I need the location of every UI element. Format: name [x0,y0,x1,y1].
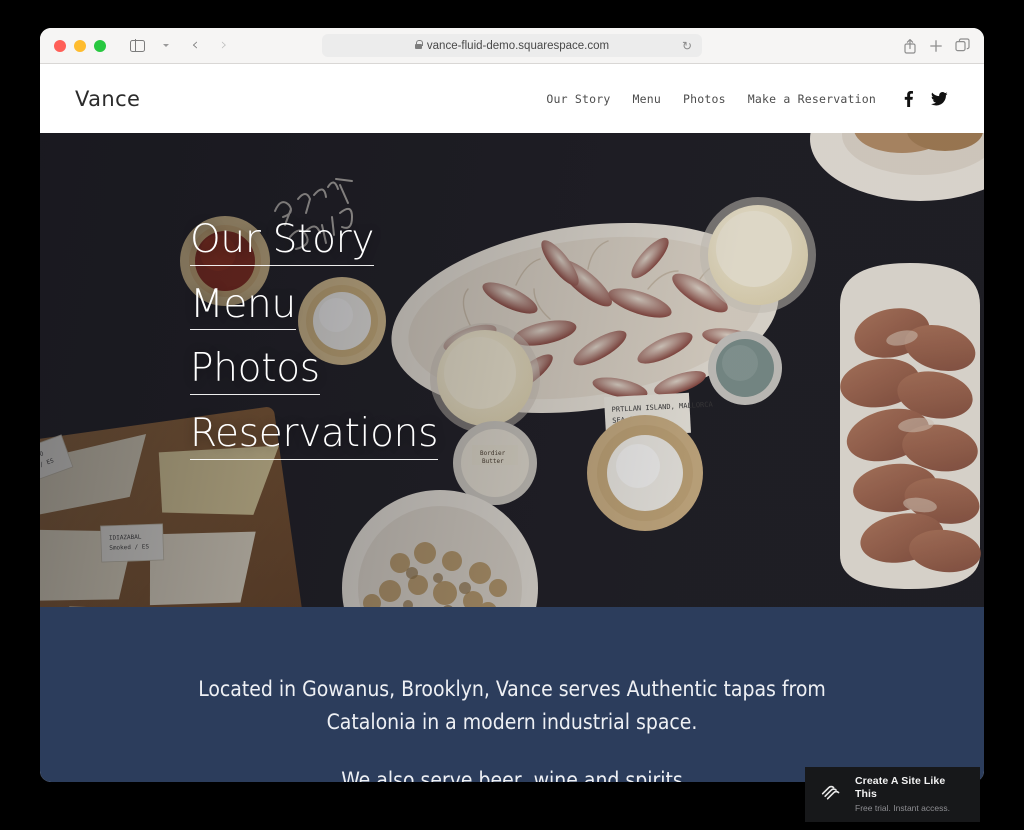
promo-subtitle: Free trial. Instant access. [855,803,950,814]
hero-link-our-story[interactable]: Our Story [190,218,374,266]
site-logo[interactable]: Vance [75,87,140,111]
back-arrow-icon[interactable]: ‹ [182,34,208,58]
window-controls [54,39,106,52]
hero-section: PRTLLAN ISLAND, MALLORCA SEA SALT Bordie… [40,133,984,607]
intro-paragraph-1: Located in Gowanus, Brooklyn, Vance serv… [182,673,842,739]
site-header: Vance Our Story Menu Photos Make a Reser… [40,64,984,133]
navigation-controls: ‹ › [124,34,237,58]
hero-link-reservations[interactable]: Reservations [190,412,438,460]
promo-text: Create A Site Like This Free trial. Inst… [855,775,967,814]
hero-link-menu[interactable]: Menu [190,282,296,331]
social-links [904,90,948,107]
nav-item-our-story[interactable]: Our Story [546,92,610,106]
twitter-icon[interactable] [931,91,948,106]
forward-arrow-icon[interactable]: › [211,34,237,58]
intro-line-2: Catalonia in a modern industrial space. [326,710,698,735]
intro-line-1: Located in Gowanus, Brooklyn, Vance serv… [198,677,826,701]
intro-paragraph-2: We also serve beer, wine and spirits [341,768,683,782]
share-icon[interactable] [903,38,917,54]
squarespace-logo-icon [818,779,844,810]
maximize-window-button[interactable] [94,39,106,52]
browser-toolbar: ‹ › vance-fluid-demo.squarespace.com ↻ [40,28,984,64]
plus-icon[interactable] [929,39,943,53]
reload-icon[interactable]: ↻ [682,39,692,53]
intro-section: Located in Gowanus, Brooklyn, Vance serv… [40,607,984,782]
browser-window: ‹ › vance-fluid-demo.squarespace.com ↻ V… [40,28,984,782]
close-window-button[interactable] [54,39,66,52]
promo-title: Create A Site Like This [855,775,946,801]
hero-overlay [40,133,984,607]
hero-links: Our Story Menu Photos Reservations [190,218,438,460]
nav-item-menu[interactable]: Menu [633,92,662,106]
minimize-window-button[interactable] [74,39,86,52]
nav-item-make-a-reservation[interactable]: Make a Reservation [748,92,876,106]
sidebar-toggle-icon[interactable] [124,34,150,58]
address-bar[interactable]: vance-fluid-demo.squarespace.com ↻ [322,34,702,57]
nav-item-photos[interactable]: Photos [683,92,726,106]
squarespace-promo-banner[interactable]: Create A Site Like This Free trial. Inst… [805,767,980,822]
chevron-down-icon[interactable] [153,34,179,58]
main-navigation: Our Story Menu Photos Make a Reservation [546,90,948,107]
hero-link-photos[interactable]: Photos [190,347,320,396]
url-text: vance-fluid-demo.squarespace.com [426,39,610,52]
facebook-icon[interactable] [904,90,913,107]
toolbar-actions [903,38,970,54]
tab-overview-icon[interactable] [955,38,970,53]
lock-icon [414,40,423,50]
